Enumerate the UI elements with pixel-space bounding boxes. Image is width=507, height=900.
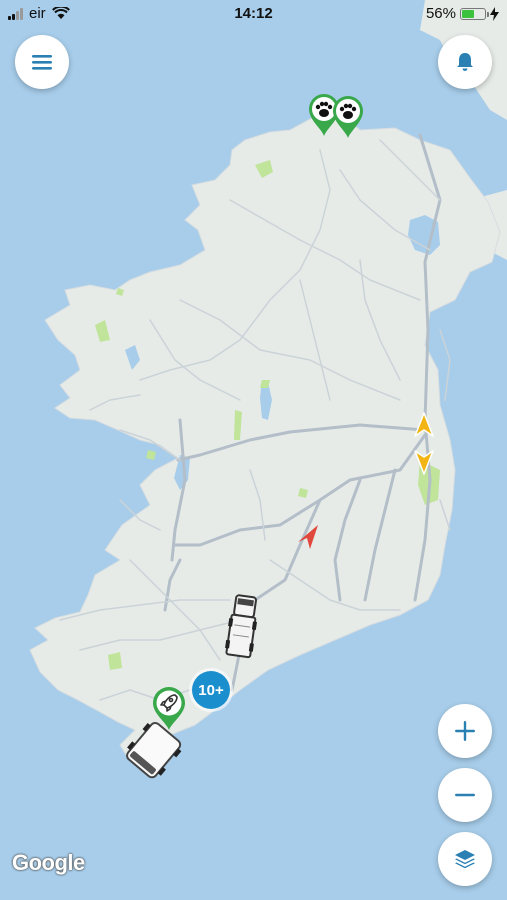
layers-button[interactable] <box>438 832 492 886</box>
notifications-button[interactable] <box>438 35 492 89</box>
cluster-badge[interactable]: 10+ <box>192 671 230 709</box>
status-bar: eir 14:12 56% <box>0 0 507 28</box>
paw-marker[interactable] <box>331 94 365 140</box>
yellow-arrow-south[interactable] <box>414 449 434 475</box>
menu-button[interactable] <box>15 35 69 89</box>
zoom-in-button[interactable] <box>438 704 492 758</box>
layers-icon <box>455 850 475 869</box>
charging-icon <box>490 6 499 21</box>
van-vehicle[interactable] <box>122 720 188 780</box>
hamburger-menu-icon <box>32 55 52 70</box>
red-location-arrow[interactable] <box>296 523 320 551</box>
google-attribution: Google <box>12 850 85 875</box>
plus-icon <box>455 721 475 741</box>
truck-vehicle[interactable] <box>222 592 262 664</box>
minus-icon <box>455 793 475 797</box>
battery-icon <box>460 7 489 20</box>
yellow-arrow-north[interactable] <box>414 412 434 438</box>
bell-icon <box>457 53 473 71</box>
zoom-out-button[interactable] <box>438 768 492 822</box>
battery-percent: 56% <box>425 5 456 22</box>
